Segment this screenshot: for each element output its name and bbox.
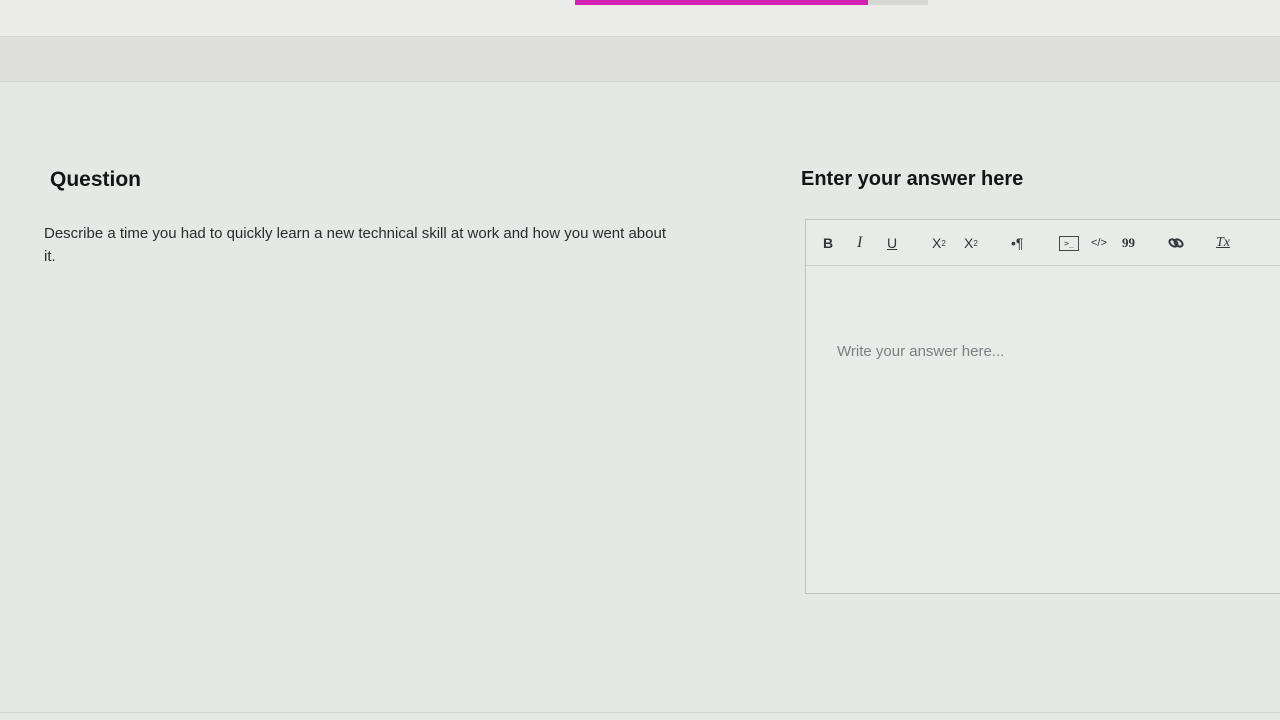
blockquote-button[interactable]: 99 <box>1122 232 1135 254</box>
top-bar <box>0 0 1280 37</box>
editor-body <box>806 266 1280 593</box>
clear-format-icon: Tx <box>1216 235 1230 250</box>
answer-input[interactable] <box>806 266 1280 593</box>
superscript-button[interactable]: X2 <box>964 232 978 254</box>
secondary-bar <box>0 37 1280 82</box>
superscript-mark: 2 <box>973 238 978 248</box>
editor-toolbar: B I U X2 X2 •¶ >_ </> 99 Tx <box>806 220 1280 266</box>
bold-button[interactable]: B <box>823 232 833 254</box>
subscript-icon: X <box>932 235 942 251</box>
question-heading: Question <box>50 168 142 191</box>
progress-bar-fill <box>575 0 868 5</box>
italic-button[interactable]: I <box>857 232 862 254</box>
subscript-button[interactable]: X2 <box>932 232 946 254</box>
link-icon <box>1168 238 1184 248</box>
bottom-divider <box>0 712 1280 713</box>
inline-code-button[interactable]: </> <box>1091 232 1107 254</box>
clear-format-button[interactable]: Tx <box>1216 232 1230 254</box>
subscript-mark: 2 <box>941 238 946 248</box>
paragraph-icon: •¶ <box>1011 235 1024 251</box>
code-block-icon: >_ <box>1059 235 1079 251</box>
underline-button[interactable]: U <box>887 232 897 254</box>
answer-heading: Enter your answer here <box>801 168 1024 190</box>
progress-bar <box>575 0 928 5</box>
code-icon: </> <box>1091 237 1107 249</box>
code-block-button[interactable]: >_ <box>1059 232 1079 254</box>
link-button[interactable] <box>1168 232 1184 254</box>
rich-text-editor: B I U X2 X2 •¶ >_ </> 99 Tx <box>805 219 1280 594</box>
quote-icon: 99 <box>1122 235 1135 250</box>
paragraph-direction-button[interactable]: •¶ <box>1011 232 1023 254</box>
superscript-icon: X <box>964 235 974 251</box>
question-text: Describe a time you had to quickly learn… <box>44 225 666 265</box>
